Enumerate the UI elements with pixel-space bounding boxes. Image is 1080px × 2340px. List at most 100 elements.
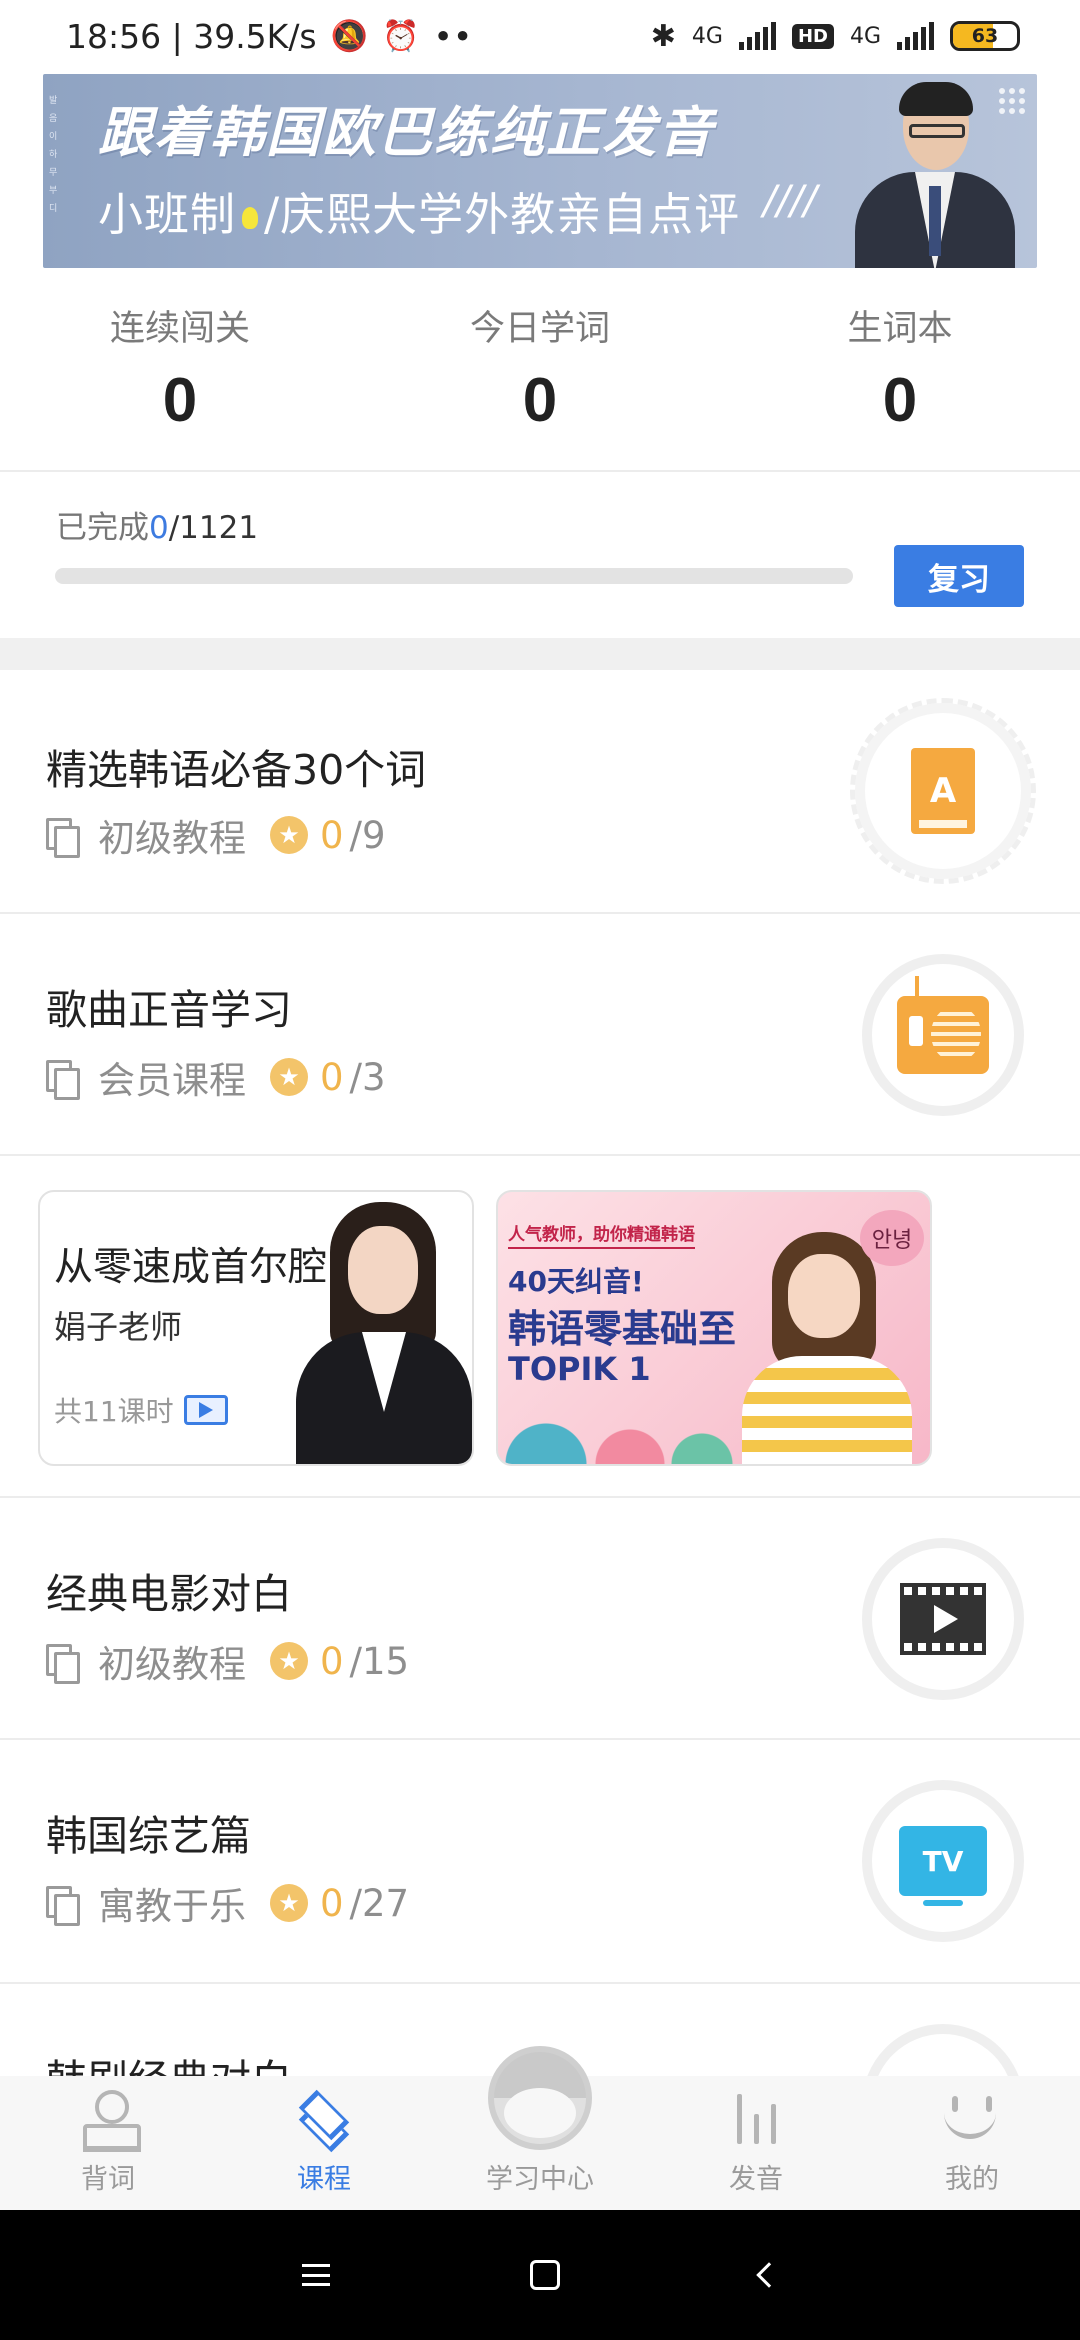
progress-total: /1121: [168, 510, 259, 546]
copy-icon: [46, 818, 80, 858]
signal-icon-2: [897, 22, 934, 50]
menu-icon[interactable]: [302, 2264, 330, 2286]
banner-subtitle: 小班制/庆熙大学外教亲自点评: [98, 178, 740, 243]
nav-label: 课程: [297, 2164, 351, 2195]
promo-cards: 从零速成首尔腔 娟子老师 共11课时 人气教师，助你精通韩语 40天纠音! 韩语…: [0, 1156, 1080, 1498]
home-icon[interactable]: [530, 2260, 560, 2290]
system-nav-bar: [0, 2210, 1080, 2340]
copy-icon: [46, 1886, 80, 1926]
nav-label: 发音: [729, 2164, 783, 2195]
status-dots: ••: [433, 16, 473, 56]
course-title: 经典电影对白: [46, 1570, 292, 1618]
bulb-icon: [242, 207, 259, 229]
banner-title: 跟着韩国欧巴练纯正发音: [98, 101, 714, 164]
course-icon-ring: A: [850, 698, 1036, 884]
course-meta: 初级教程 ★ 0 /9: [46, 808, 386, 862]
course-type: 初级教程: [98, 1643, 246, 1686]
play-icon: [183, 1395, 228, 1425]
back-icon[interactable]: [756, 2262, 782, 2288]
lesson-count: 共11课时: [54, 1395, 174, 1428]
stat-label: 连续闯关: [109, 309, 250, 349]
star-icon: ★: [270, 1884, 308, 1922]
banner-side-text: 발음이하무부디: [49, 96, 58, 214]
bluetooth-icon: ✱: [650, 18, 676, 54]
course-title: 韩剧经典对白: [46, 2046, 292, 2076]
promo-banner[interactable]: 발음이하무부디 跟着韩国欧巴练纯正发音 小班制/庆熙大学外教亲自点评 ////: [43, 74, 1037, 268]
progress-label: 已完成0/1121: [56, 502, 258, 547]
banner-stripes: ////: [763, 178, 817, 224]
course-done: 0: [320, 1881, 344, 1925]
course-total: /15: [349, 1639, 410, 1683]
film-icon: [900, 1583, 986, 1655]
course-type: 寓教于乐: [98, 1885, 246, 1928]
battery-level: 63: [971, 25, 999, 47]
course-item[interactable]: 精选韩语必备30个词 初级教程 ★ 0 /9 A: [0, 670, 1080, 914]
copy-icon: [46, 1644, 80, 1684]
promo-card-topik[interactable]: 人气教师，助你精通韩语 40天纠音! 韩语零基础至 TOPIK 1 안녕: [496, 1190, 932, 1466]
network-type-2: 4G: [849, 23, 881, 49]
promo-card-title: 从零速成首尔腔: [54, 1245, 328, 1290]
course-icon-ring: TV: [862, 1780, 1024, 1942]
promo-card-teacher: 娟子老师: [54, 1308, 183, 1346]
promo-card-line1: 40天纠音!: [508, 1265, 644, 1298]
progress-section: 已完成0/1121 复习: [0, 472, 1080, 638]
course-item[interactable]: 经典电影对白 初级教程 ★ 0 /15: [0, 1498, 1080, 1740]
stat-label: 生词本: [847, 309, 953, 349]
course-total: /3: [349, 1055, 386, 1099]
course-type: 初级教程: [98, 817, 246, 860]
nav-tab-study-center[interactable]: 学习中心: [432, 2046, 648, 2210]
stat-value: 0: [522, 366, 558, 435]
tv-icon: TV: [899, 1826, 987, 1906]
study-center-icon: [488, 2046, 592, 2150]
review-button[interactable]: 复习: [894, 545, 1024, 607]
alarm-icon: ⏰: [382, 18, 420, 54]
grid-dots-icon: [999, 88, 1025, 114]
course-type: 会员课程: [98, 1059, 246, 1102]
nav-label: 学习中心: [486, 2164, 594, 2195]
nav-tab-courses[interactable]: 课程: [216, 2076, 432, 2210]
promo-card-line3: TOPIK 1: [508, 1350, 651, 1388]
nav-tab-words[interactable]: 背词: [0, 2076, 216, 2210]
smile-icon: [942, 2092, 1002, 2144]
stat-today-words[interactable]: 今日学词 0: [360, 290, 720, 470]
stat-streak[interactable]: 连续闯关 0: [0, 290, 360, 470]
nav-label: 我的: [945, 2164, 999, 2195]
stat-vocab-book[interactable]: 生词本 0: [720, 290, 1080, 470]
bars-icon: [736, 2092, 776, 2144]
nav-tab-mine[interactable]: 我的: [864, 2076, 1080, 2210]
course-total: /9: [349, 813, 386, 857]
nav-tab-pronunciation[interactable]: 发音: [648, 2076, 864, 2210]
course-meta: 寓教于乐 ★ 0 /27: [46, 1876, 409, 1930]
hello-bubble: 안녕: [860, 1210, 924, 1266]
nav-label: 背词: [81, 2164, 135, 2195]
course-item[interactable]: 歌曲正音学习 会员课程 ★ 0 /3: [0, 914, 1080, 1156]
copy-icon: [46, 1060, 80, 1100]
promo-card-line2: 韩语零基础至: [508, 1307, 737, 1351]
course-done: 0: [320, 1055, 344, 1099]
status-bar: 18:56 | 39.5K/s 🔕 ⏰ •• ✱ 4G HD 4G 63: [0, 0, 1080, 72]
course-meta: 会员课程 ★ 0 /3: [46, 1050, 386, 1104]
course-icon-ring: [862, 2024, 1024, 2076]
stats-row: 连续闯关 0 今日学词 0 生词本 0: [0, 290, 1080, 470]
network-type-1: 4G: [691, 23, 723, 49]
progress-label-text: 已完成: [56, 510, 149, 546]
star-icon: ★: [270, 1058, 308, 1096]
star-icon: ★: [270, 816, 308, 854]
course-item[interactable]: 韩国综艺篇 寓教于乐 ★ 0 /27 TV: [0, 1740, 1080, 1984]
course-title: 精选韩语必备30个词: [46, 746, 427, 794]
banner-teacher-photo: [855, 82, 1015, 268]
plants-decoration: [498, 1394, 738, 1464]
course-done: 0: [320, 813, 344, 857]
book-icon: A: [911, 748, 975, 834]
radio-icon: [897, 976, 989, 1074]
section-separator: [0, 638, 1080, 670]
promo-card-seoul-accent[interactable]: 从零速成首尔腔 娟子老师 共11课时: [38, 1190, 474, 1466]
course-icon-ring: [862, 954, 1024, 1116]
promo-card-tagline: 人气教师，助你精通韩语: [508, 1220, 695, 1249]
signal-icon-1: [738, 22, 776, 50]
course-icon-ring: [862, 1538, 1024, 1700]
stat-label: 今日学词: [469, 309, 610, 349]
course-done: 0: [320, 1639, 344, 1683]
battery-icon: 63: [950, 21, 1020, 51]
course-total: /27: [349, 1881, 410, 1925]
